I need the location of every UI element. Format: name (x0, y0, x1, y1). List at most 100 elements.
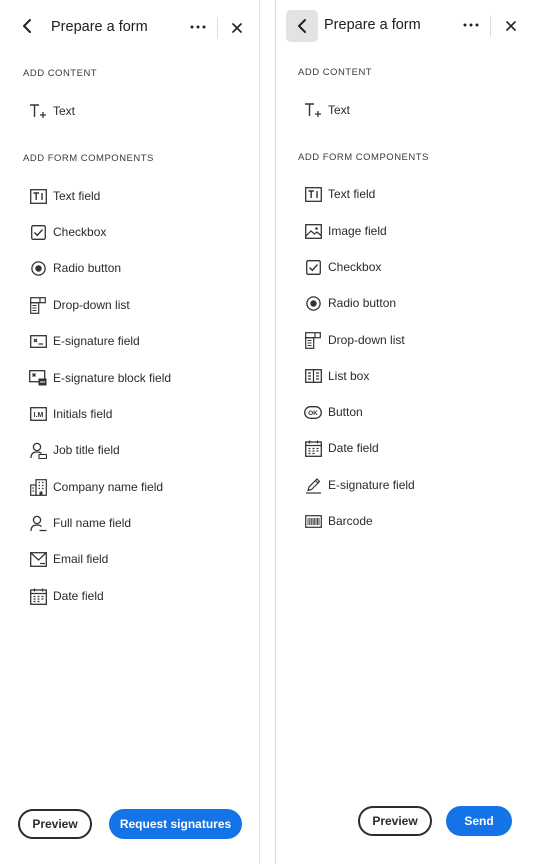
dropdown-list-icon (29, 296, 47, 314)
item-label: Full name field (53, 516, 132, 530)
item-label: E-signature block field (53, 371, 172, 385)
email-icon (29, 550, 47, 568)
component-checkbox[interactable]: Checkbox (304, 254, 524, 280)
item-label: Button (328, 405, 363, 419)
back-button[interactable] (286, 10, 318, 42)
section-label-add-content: ADD CONTENT (23, 68, 98, 79)
item-label: Image field (328, 224, 387, 238)
item-label: Drop-down list (328, 333, 405, 347)
preview-button[interactable]: Preview (358, 806, 432, 836)
person-icon (29, 514, 47, 532)
component-button[interactable]: OK Button (304, 399, 524, 425)
item-label: Email field (53, 552, 109, 566)
item-label: Checkbox (53, 225, 107, 239)
header-divider (217, 17, 218, 39)
component-dropdown-list[interactable]: Drop-down list (29, 292, 249, 318)
component-email-field[interactable]: Email field (29, 546, 249, 572)
checkbox-icon (304, 258, 322, 276)
item-label: Checkbox (328, 260, 382, 274)
item-label: Date field (328, 441, 379, 455)
barcode-icon (304, 512, 322, 530)
more-icon (463, 23, 479, 27)
image-icon (304, 222, 322, 240)
section-label-form-components: ADD FORM COMPONENTS (298, 152, 429, 163)
item-label: Text field (53, 189, 101, 203)
component-list-box[interactable]: List box (304, 363, 524, 389)
component-esignature-block-field[interactable]: E-signature block field (29, 365, 249, 391)
text-field-icon (29, 187, 47, 205)
esignature-icon (29, 332, 47, 350)
component-radio-button[interactable]: Radio button (304, 290, 524, 316)
send-button[interactable]: Send (446, 806, 512, 836)
component-date-field[interactable]: Date field (304, 435, 524, 461)
component-text-field[interactable]: Text field (29, 183, 249, 209)
component-esignature-field[interactable]: E-signature field (29, 328, 249, 354)
dropdown-list-icon (304, 331, 322, 349)
item-label: Company name field (53, 480, 164, 494)
item-label: Date field (53, 589, 104, 603)
panel-header: Prepare a form (276, 10, 537, 44)
item-label: Radio button (53, 261, 122, 275)
close-button[interactable] (502, 17, 520, 35)
item-label: Job title field (53, 443, 120, 457)
panel-title: Prepare a form (51, 19, 148, 35)
more-options-button[interactable] (460, 15, 482, 35)
calendar-icon (304, 439, 322, 457)
section-label-form-components: ADD FORM COMPONENTS (23, 153, 154, 164)
chevron-left-icon (298, 19, 306, 33)
panel-gap (261, 0, 275, 864)
header-divider (490, 15, 491, 37)
component-dropdown-list[interactable]: Drop-down list (304, 327, 524, 353)
esignature-block-icon (29, 369, 47, 387)
radio-button-icon (29, 259, 47, 277)
prepare-form-panel-right: Prepare a form ADD CONTENT Text ADD FORM… (275, 0, 537, 864)
prepare-form-panel-left: Prepare a form ADD CONTENT Text ADD FORM… (0, 0, 260, 864)
component-full-name-field[interactable]: Full name field (29, 510, 249, 536)
component-barcode[interactable]: Barcode (304, 508, 524, 534)
more-options-button[interactable] (187, 17, 209, 37)
request-signatures-button[interactable]: Request signatures (109, 809, 242, 839)
component-esignature-field[interactable]: E-signature field (304, 472, 524, 498)
initials-icon: I.M (29, 405, 47, 423)
back-button[interactable] (11, 10, 43, 42)
component-job-title-field[interactable]: Job title field (29, 437, 249, 463)
panel-header: Prepare a form (0, 10, 259, 44)
component-radio-button[interactable]: Radio button (29, 255, 249, 281)
more-icon (190, 25, 206, 29)
radio-button-icon (304, 294, 322, 312)
item-label: Initials field (53, 407, 113, 421)
job-title-icon (29, 441, 47, 459)
panel-title: Prepare a form (324, 17, 421, 33)
add-text-item[interactable]: Text (304, 97, 524, 123)
text-add-icon (304, 101, 322, 119)
component-date-field[interactable]: Date field (29, 583, 249, 609)
list-box-icon (304, 367, 322, 385)
text-add-icon (29, 102, 47, 120)
component-image-field[interactable]: Image field (304, 218, 524, 244)
add-text-item[interactable]: Text (29, 98, 249, 124)
ok-button-icon: OK (304, 403, 322, 421)
item-label: Text (53, 104, 76, 118)
company-icon (29, 478, 47, 496)
component-text-field[interactable]: Text field (304, 181, 524, 207)
close-button[interactable] (228, 19, 246, 37)
close-icon (506, 21, 516, 31)
calendar-icon (29, 587, 47, 605)
item-label: E-signature field (328, 478, 415, 492)
preview-button[interactable]: Preview (18, 809, 92, 839)
chevron-left-icon (23, 19, 31, 33)
section-label-add-content: ADD CONTENT (298, 67, 373, 78)
item-label: Text (328, 103, 351, 117)
svg-text:I.M: I.M (33, 412, 43, 419)
component-initials-field[interactable]: I.M Initials field (29, 401, 249, 427)
checkbox-icon (29, 223, 47, 241)
svg-text:OK: OK (308, 410, 318, 417)
item-label: Drop-down list (53, 298, 130, 312)
text-field-icon (304, 185, 322, 203)
item-label: List box (328, 369, 370, 383)
item-label: E-signature field (53, 334, 140, 348)
item-label: Radio button (328, 296, 397, 310)
component-company-name-field[interactable]: Company name field (29, 474, 249, 500)
close-icon (232, 23, 242, 33)
component-checkbox[interactable]: Checkbox (29, 219, 249, 245)
